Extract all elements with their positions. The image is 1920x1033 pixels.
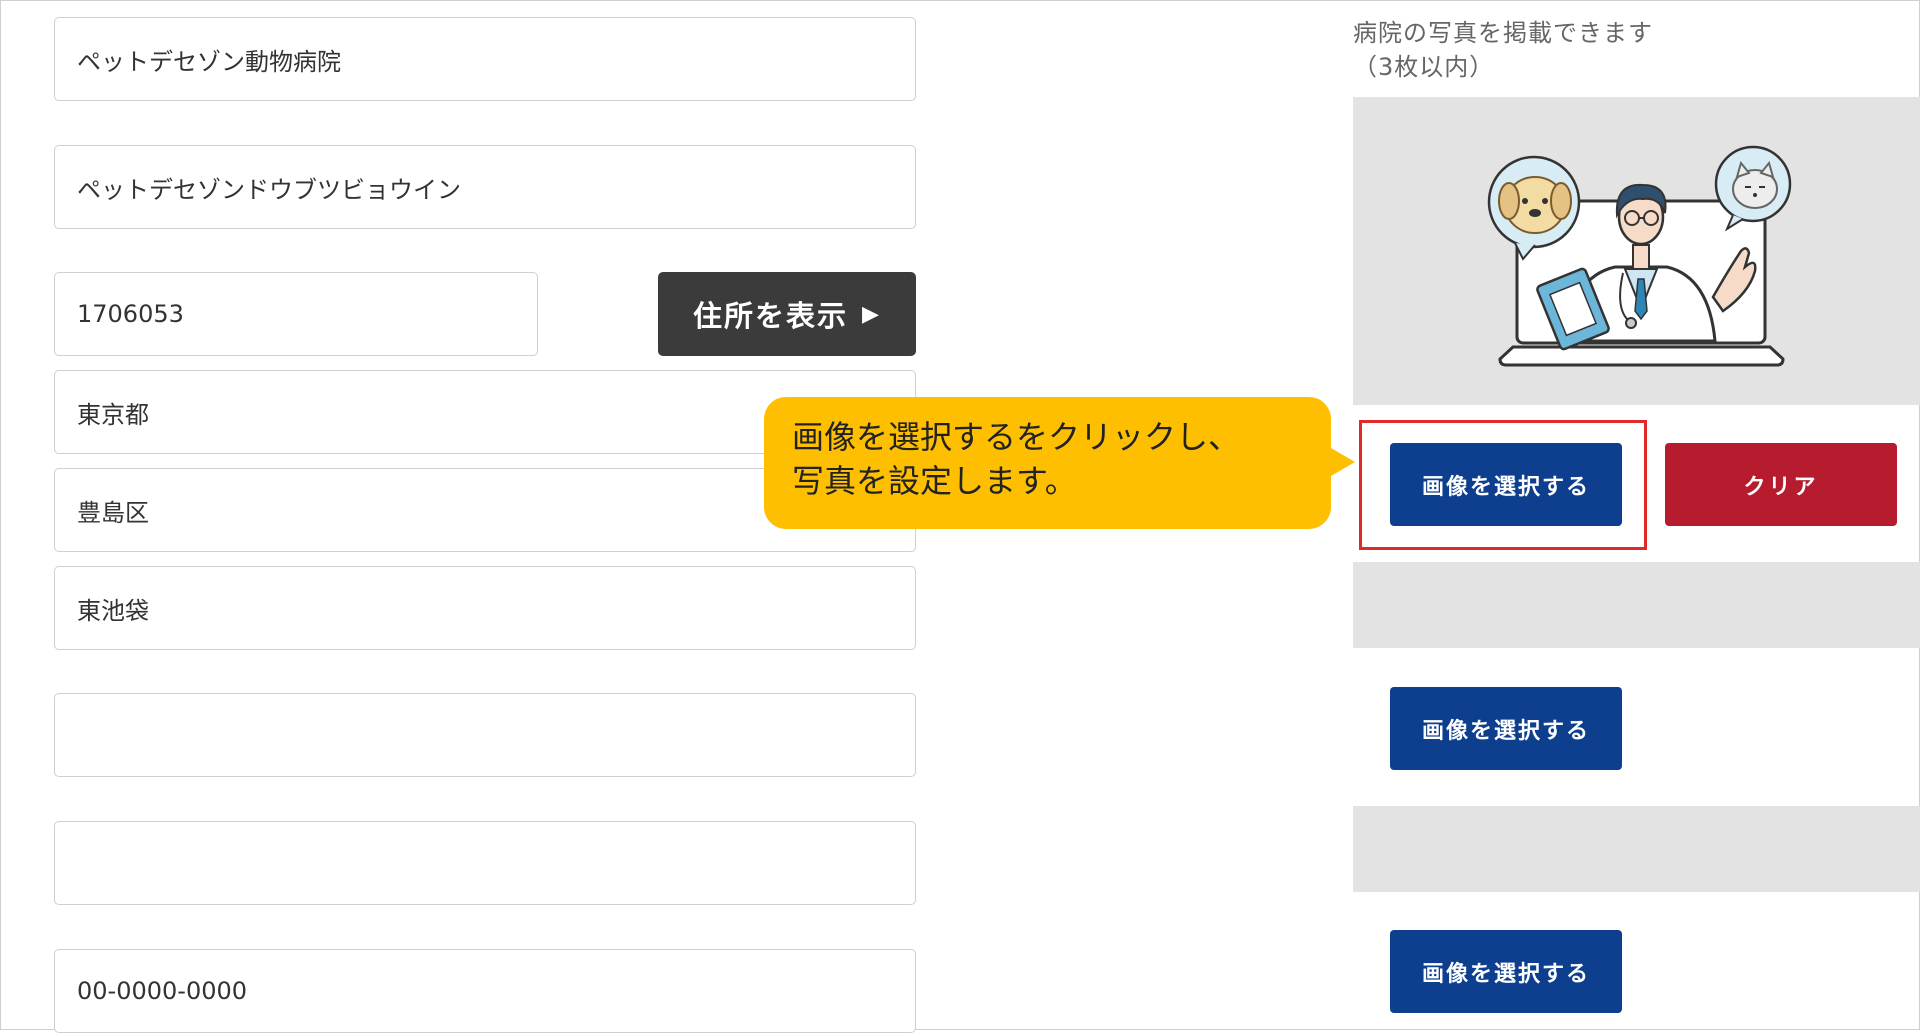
select-image-button-3[interactable]: 画像を選択する xyxy=(1390,930,1622,1013)
hospital-name-value: ペットデセゾン動物病院 xyxy=(77,47,341,76)
instruction-callout: 画像を選択するをクリックし、 写真を設定します。 xyxy=(764,397,1331,529)
play-arrow-icon: ▶ xyxy=(862,301,881,327)
postal-code-input[interactable]: 1706053 xyxy=(54,272,538,356)
hospital-kana-input[interactable]: ペットデセゾンドウブツビョウイン xyxy=(54,145,916,229)
show-address-button[interactable]: 住所を表示 ▶ xyxy=(658,272,916,356)
select-image-button-2[interactable]: 画像を選択する xyxy=(1390,687,1622,770)
callout-line1: 画像を選択するをクリックし、 xyxy=(792,418,1241,456)
vet-online-consultation-icon xyxy=(1487,145,1792,367)
photo-preview-2 xyxy=(1353,562,1920,648)
select-image-button-1[interactable]: 画像を選択する xyxy=(1390,443,1622,526)
select-image-label-3: 画像を選択する xyxy=(1421,961,1590,987)
address-line-input[interactable] xyxy=(54,693,916,777)
select-image-label-2: 画像を選択する xyxy=(1421,718,1590,744)
hospital-name-input[interactable]: ペットデセゾン動物病院 xyxy=(54,17,916,101)
photo-preview-1 xyxy=(1353,97,1920,405)
clear-image-label: クリア xyxy=(1743,474,1819,500)
show-address-label: 住所を表示 xyxy=(693,299,849,333)
phone-placeholder: 00-0000-0000 xyxy=(77,977,248,1005)
photo-note-line1: 病院の写真を掲載できます xyxy=(1353,19,1653,47)
clear-image-button[interactable]: クリア xyxy=(1665,443,1897,526)
callout-pointer xyxy=(1331,448,1355,476)
city-value: 豊島区 xyxy=(77,498,149,527)
hospital-kana-value: ペットデセゾンドウブツビョウイン xyxy=(77,175,461,204)
photo-preview-3 xyxy=(1353,806,1920,892)
phone-input[interactable]: 00-0000-0000 xyxy=(54,949,916,1033)
photo-note-line2: （3枚以内） xyxy=(1353,53,1495,81)
callout-line2: 写真を設定します。 xyxy=(792,462,1077,500)
select-image-label-1: 画像を選択する xyxy=(1421,474,1590,500)
photo-note: 病院の写真を掲載できます （3枚以内） xyxy=(1353,16,1653,84)
building-input[interactable] xyxy=(54,821,916,905)
postal-code-value: 1706053 xyxy=(77,300,184,328)
prefecture-value: 東京都 xyxy=(77,400,149,429)
town-input[interactable]: 東池袋 xyxy=(54,566,916,650)
town-value: 東池袋 xyxy=(77,596,149,625)
